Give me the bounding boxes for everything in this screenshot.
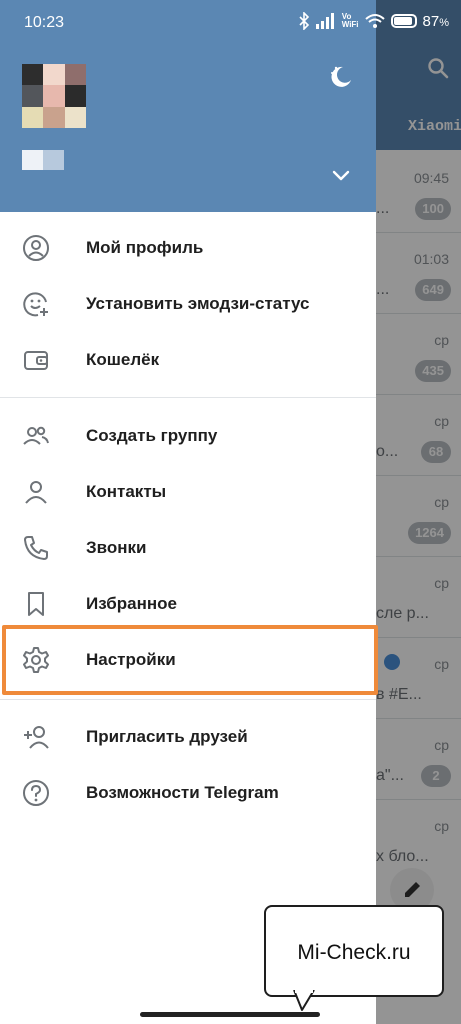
menu-telegram-features[interactable]: Возможности Telegram	[0, 765, 376, 821]
status-time: 10:23	[24, 14, 65, 31]
battery-level: 87%	[422, 12, 449, 30]
emoji-status-icon	[23, 292, 48, 317]
navigation-drawer: Мой профиль Установить эмодзи-статус Кош…	[0, 0, 376, 1024]
menu-label: Звонки	[86, 538, 147, 557]
contacts-icon	[25, 481, 47, 504]
menu-saved[interactable]: Избранное	[0, 576, 376, 632]
home-indicator[interactable]	[140, 1012, 320, 1017]
night-mode-icon[interactable]	[326, 62, 354, 90]
menu-wallet[interactable]: Кошелёк	[0, 332, 376, 388]
add-user-icon	[24, 726, 49, 749]
watermark-tail	[293, 990, 315, 1011]
menu-label: Контакты	[86, 482, 167, 501]
bluetooth-icon	[299, 12, 309, 30]
battery-icon	[390, 14, 417, 28]
status-bar: 10:23 Vo WiFi 87%	[0, 0, 461, 44]
signal-icon	[315, 13, 334, 29]
avatar[interactable]	[22, 64, 86, 128]
phone-icon	[24, 536, 48, 560]
help-icon	[23, 780, 49, 806]
menu-label: Избранное	[86, 594, 177, 613]
menu-label: Мой профиль	[86, 238, 204, 257]
menu-label: Установить эмодзи-статус	[86, 294, 310, 313]
group-icon	[23, 426, 49, 445]
watermark-callout: Mi-Check.ru	[264, 905, 444, 997]
menu-create-group[interactable]: Создать группу	[0, 408, 376, 464]
menu-label: Пригласить друзей	[86, 727, 248, 746]
menu-calls[interactable]: Звонки	[0, 520, 376, 576]
menu-label: Создать группу	[86, 426, 218, 445]
watermark-text: Mi-Check.ru	[297, 941, 411, 964]
menu-divider	[0, 397, 376, 398]
vowifi-indicator: Vo WiFi	[341, 12, 359, 29]
menu-label: Возможности Telegram	[86, 783, 279, 802]
menu-my-profile[interactable]: Мой профиль	[0, 220, 376, 276]
profile-icon	[23, 235, 49, 261]
menu-emoji-status[interactable]: Установить эмодзи-статус	[0, 276, 376, 332]
settings-highlight-frame	[2, 625, 378, 695]
wifi-icon	[364, 14, 385, 28]
account-name-blurred	[22, 150, 64, 170]
wallet-icon	[24, 351, 48, 370]
bookmark-icon	[28, 592, 44, 616]
menu-divider	[0, 699, 376, 700]
chevron-down-icon[interactable]	[330, 164, 352, 186]
menu-contacts[interactable]: Контакты	[0, 464, 376, 520]
menu-label: Кошелёк	[86, 350, 160, 369]
menu-invite-friends[interactable]: Пригласить друзей	[0, 709, 376, 765]
